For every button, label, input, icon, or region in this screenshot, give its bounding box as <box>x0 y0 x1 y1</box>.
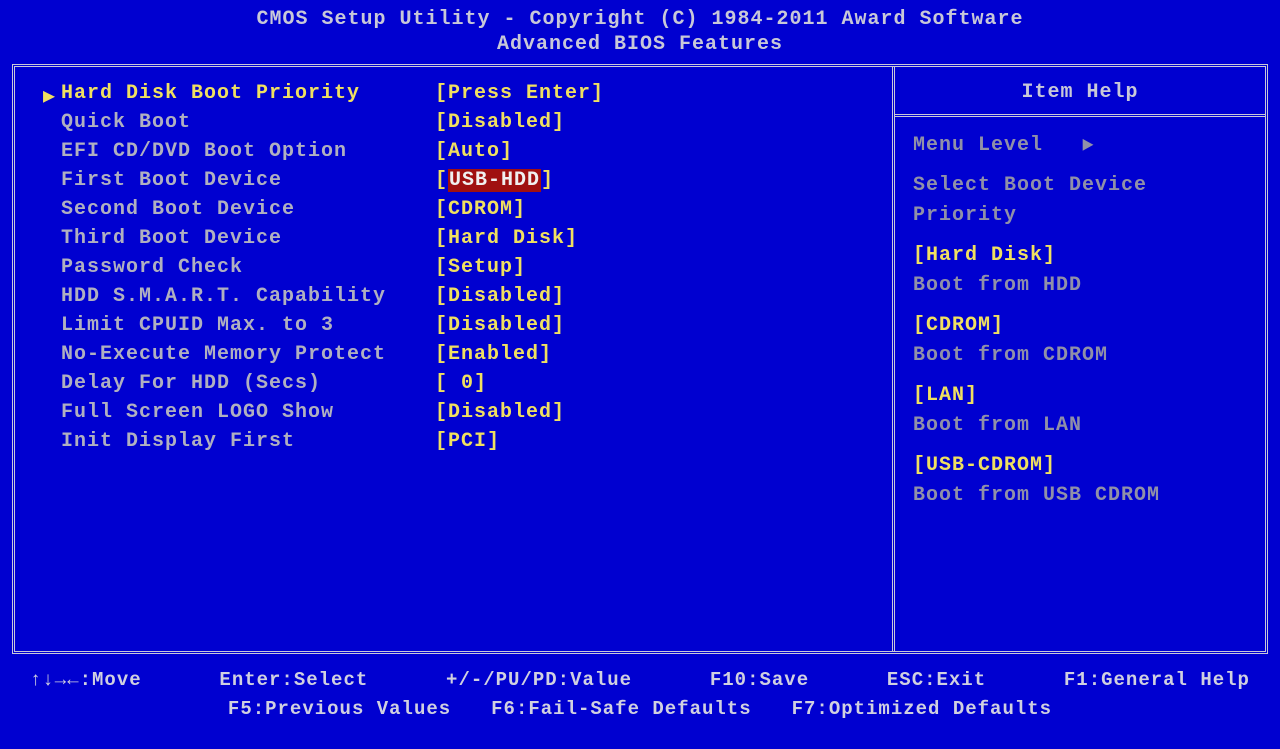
footer-hint: ↑↓→←:Move <box>30 666 142 695</box>
help-item-name: [USB-CDROM] <box>913 451 1247 481</box>
setting-value[interactable]: [Disabled] <box>435 311 565 340</box>
setting-row[interactable]: First Boot Device[USB-HDD] <box>35 166 884 195</box>
footer-hint: ESC:Exit <box>887 666 986 695</box>
setting-row[interactable]: EFI CD/DVD Boot Option[Auto] <box>35 137 884 166</box>
setting-label: First Boot Device <box>35 166 435 195</box>
setting-row[interactable]: Init Display First[PCI] <box>35 427 884 456</box>
help-description-1: Select Boot Device <box>913 171 1247 201</box>
bios-main-box: ▶ Hard Disk Boot Priority[Press Enter] Q… <box>12 64 1268 654</box>
footer-hint: F6:Fail-Safe Defaults <box>491 695 751 724</box>
setting-label: Hard Disk Boot Priority <box>35 79 435 108</box>
setting-row[interactable]: HDD S.M.A.R.T. Capability[Disabled] <box>35 282 884 311</box>
setting-label: Limit CPUID Max. to 3 <box>35 311 435 340</box>
setting-value[interactable]: [Auto] <box>435 137 513 166</box>
help-item-name: [CDROM] <box>913 311 1247 341</box>
footer-row-1: ↑↓→←:Move Enter:Select +/-/PU/PD:Value F10:… <box>20 666 1260 695</box>
setting-label: Delay For HDD (Secs) <box>35 369 435 398</box>
help-item-desc: Boot from HDD <box>913 271 1247 301</box>
setting-row[interactable]: No-Execute Memory Protect[Enabled] <box>35 340 884 369</box>
setting-value[interactable]: [Disabled] <box>435 108 565 137</box>
header-subtitle: Advanced BIOS Features <box>0 33 1280 56</box>
setting-value[interactable]: [PCI] <box>435 427 500 456</box>
help-item-desc: Boot from LAN <box>913 411 1247 441</box>
footer-row-2: F5:Previous Values F6:Fail-Safe Defaults F… <box>20 695 1260 724</box>
setting-row[interactable]: Third Boot Device[Hard Disk] <box>35 224 884 253</box>
setting-value[interactable]: [Press Enter] <box>435 79 604 108</box>
header-title: CMOS Setup Utility - Copyright (C) 1984-… <box>0 8 1280 31</box>
menu-level-row: Menu Level ▶ <box>913 131 1247 161</box>
footer-hint: F7:Optimized Defaults <box>792 695 1052 724</box>
setting-row[interactable]: Limit CPUID Max. to 3[Disabled] <box>35 311 884 340</box>
setting-value[interactable]: [Disabled] <box>435 398 565 427</box>
setting-value[interactable]: [Disabled] <box>435 282 565 311</box>
setting-label: HDD S.M.A.R.T. Capability <box>35 282 435 311</box>
help-title: Item Help <box>895 67 1265 117</box>
setting-row[interactable]: Second Boot Device[CDROM] <box>35 195 884 224</box>
setting-value-highlight: USB-HDD <box>448 169 541 192</box>
help-item-desc: Boot from USB CDROM <box>913 481 1247 511</box>
menu-level-arrow-icon: ▶ <box>1083 131 1095 161</box>
setting-label: No-Execute Memory Protect <box>35 340 435 369</box>
setting-label: Full Screen LOGO Show <box>35 398 435 427</box>
settings-pane: ▶ Hard Disk Boot Priority[Press Enter] Q… <box>15 67 895 651</box>
footer-hint: F10:Save <box>710 666 809 695</box>
bios-header: CMOS Setup Utility - Copyright (C) 1984-… <box>0 0 1280 60</box>
setting-value[interactable]: [ 0] <box>435 369 487 398</box>
setting-value[interactable]: [USB-HDD] <box>435 166 554 195</box>
setting-row[interactable]: Password Check[Setup] <box>35 253 884 282</box>
setting-label: Password Check <box>35 253 435 282</box>
help-pane: Item Help Menu Level ▶ Select Boot Devic… <box>895 67 1265 651</box>
help-item-name: [Hard Disk] <box>913 241 1247 271</box>
setting-row[interactable]: Full Screen LOGO Show[Disabled] <box>35 398 884 427</box>
setting-label: Quick Boot <box>35 108 435 137</box>
help-description-2: Priority <box>913 201 1247 231</box>
setting-row[interactable]: Hard Disk Boot Priority[Press Enter] <box>35 79 884 108</box>
setting-value[interactable]: [Setup] <box>435 253 526 282</box>
help-item-desc: Boot from CDROM <box>913 341 1247 371</box>
footer-hint: F1:General Help <box>1064 666 1250 695</box>
setting-value[interactable]: [Hard Disk] <box>435 224 578 253</box>
setting-value[interactable]: [Enabled] <box>435 340 552 369</box>
setting-value[interactable]: [CDROM] <box>435 195 526 224</box>
setting-row[interactable]: Quick Boot[Disabled] <box>35 108 884 137</box>
setting-label: Second Boot Device <box>35 195 435 224</box>
footer-hint: Enter:Select <box>219 666 368 695</box>
help-item-name: [LAN] <box>913 381 1247 411</box>
setting-label: EFI CD/DVD Boot Option <box>35 137 435 166</box>
selection-cursor-icon: ▶ <box>43 83 56 109</box>
help-body: Menu Level ▶ Select Boot Device Priority… <box>895 117 1265 535</box>
setting-label: Third Boot Device <box>35 224 435 253</box>
footer-hints: ↑↓→←:Move Enter:Select +/-/PU/PD:Value F10:… <box>0 654 1280 723</box>
setting-row[interactable]: Delay For HDD (Secs)[ 0] <box>35 369 884 398</box>
footer-hint: F5:Previous Values <box>228 695 451 724</box>
setting-label: Init Display First <box>35 427 435 456</box>
footer-hint: +/-/PU/PD:Value <box>446 666 632 695</box>
